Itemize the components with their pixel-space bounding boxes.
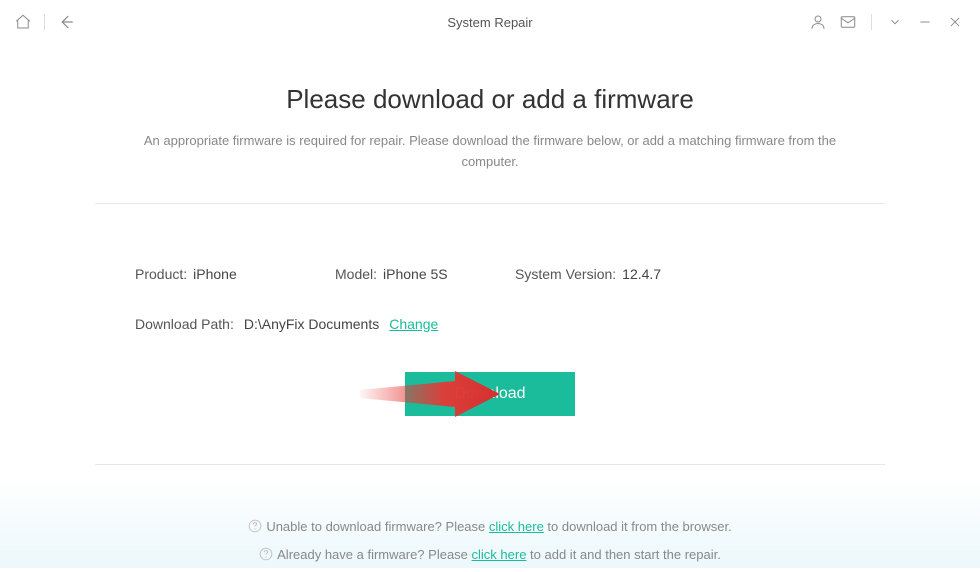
footer-text: Already have a firmware? Please [277,547,471,562]
user-icon[interactable] [807,11,829,33]
back-icon[interactable] [55,11,77,33]
change-path-link[interactable]: Change [389,316,438,332]
titlebar: System Repair [0,0,980,44]
product-info: Product: iPhone [135,266,335,282]
download-path-row: Download Path: D:\AnyFix Documents Chang… [95,316,885,332]
main-content: Please download or add a firmware An app… [0,44,980,570]
arrow-annotation [360,369,500,419]
model-info: Model: iPhone 5S [335,266,515,282]
window-title: System Repair [447,15,532,30]
footer-text: to download it from the browser. [544,519,732,534]
footer-links: Unable to download firmware? Please clic… [95,513,885,570]
system-version-label: System Version: [515,266,616,282]
minimize-icon[interactable] [914,11,936,33]
system-version-value: 12.4.7 [622,266,661,282]
model-value: iPhone 5S [383,266,448,282]
download-browser-link[interactable]: click here [489,519,544,534]
device-info-row: Product: iPhone Model: iPhone 5S System … [95,266,885,282]
home-icon[interactable] [12,11,34,33]
product-label: Product: [135,266,187,282]
page-heading: Please download or add a firmware [95,84,885,115]
mail-icon[interactable] [837,11,859,33]
help-icon [259,543,273,557]
footer-text: to add it and then start the repair. [526,547,720,562]
system-version-info: System Version: 12.4.7 [515,266,661,282]
footer-text: Unable to download firmware? Please [266,519,489,534]
divider [44,14,45,30]
divider [95,464,885,465]
download-path-value: D:\AnyFix Documents [244,316,379,332]
help-icon [248,515,262,529]
footer-line-1: Unable to download firmware? Please clic… [95,513,885,542]
footer-line-2: Already have a firmware? Please click he… [95,541,885,570]
chevron-down-icon[interactable] [884,11,906,33]
add-firmware-link[interactable]: click here [472,547,527,562]
divider [871,14,872,30]
download-area: Download [95,372,885,416]
model-label: Model: [335,266,377,282]
page-subtext: An appropriate firmware is required for … [140,131,840,173]
product-value: iPhone [193,266,237,282]
download-path-label: Download Path: [135,316,234,332]
divider [95,203,885,204]
close-icon[interactable] [944,11,966,33]
